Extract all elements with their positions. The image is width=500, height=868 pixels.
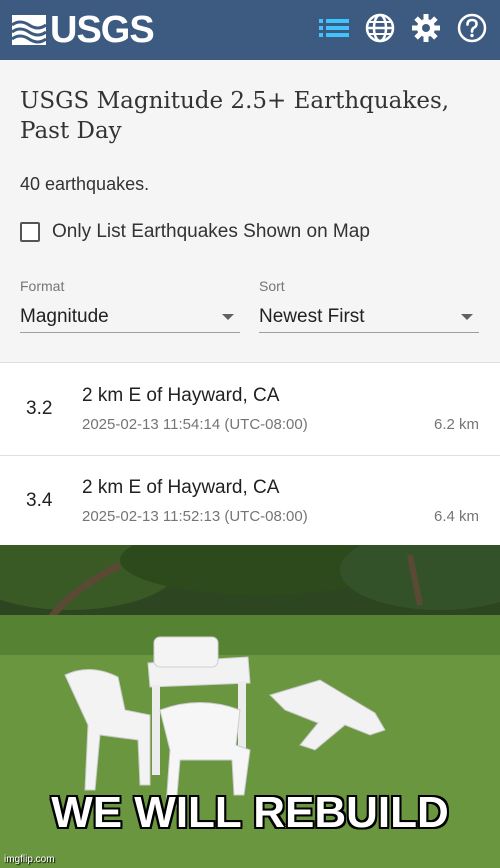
chevron-down-icon bbox=[222, 314, 234, 320]
sort-select-group: Sort Newest First bbox=[259, 278, 479, 333]
help-icon[interactable] bbox=[456, 12, 488, 44]
location: 2 km E of Hayward, CA bbox=[82, 385, 280, 406]
gear-icon[interactable] bbox=[410, 12, 442, 44]
format-select[interactable]: Magnitude bbox=[20, 302, 240, 333]
format-select-group: Format Magnitude bbox=[20, 278, 240, 333]
logo-text: USGS bbox=[50, 8, 155, 51]
meme-caption: WE WILL REBUILD bbox=[51, 788, 449, 837]
sort-select[interactable]: Newest First bbox=[259, 302, 479, 333]
event-time: 2025-02-13 11:54:14 (UTC-08:00) bbox=[82, 416, 308, 433]
globe-icon[interactable] bbox=[364, 12, 396, 44]
depth: 6.4 km bbox=[433, 508, 479, 525]
earthquake-count: 40 earthquakes. bbox=[20, 174, 150, 194]
magnitude: 3.4 bbox=[26, 490, 53, 511]
usgs-logo[interactable]: USGS bbox=[12, 8, 155, 52]
map-filter-label[interactable]: Only List Earthquakes Shown on Map bbox=[52, 221, 370, 243]
watermark: imgflip.com bbox=[4, 854, 55, 865]
list-settings-panel: USGS Magnitude 2.5+ Earthquakes, Past Da… bbox=[0, 60, 500, 363]
format-label: Format bbox=[20, 278, 65, 294]
chevron-down-icon bbox=[461, 314, 473, 320]
sort-value: Newest First bbox=[259, 306, 365, 327]
app-header: USGS bbox=[0, 0, 500, 60]
map-filter-checkbox-row[interactable]: Only List Earthquakes Shown on Map bbox=[20, 221, 370, 243]
depth: 6.2 km bbox=[433, 416, 479, 433]
meme-photo: WE WILL REBUILD imgflip.com bbox=[0, 545, 500, 868]
earthquake-list: 3.2 2 km E of Hayward, CA 2025-02-13 11:… bbox=[0, 364, 500, 548]
map-filter-checkbox[interactable] bbox=[20, 222, 40, 242]
sort-label: Sort bbox=[259, 278, 285, 294]
earthquake-list-item[interactable]: 3.4 2 km E of Hayward, CA 2025-02-13 11:… bbox=[0, 456, 500, 548]
usgs-wave-logo-icon bbox=[12, 15, 46, 45]
feed-title: USGS Magnitude 2.5+ Earthquakes, Past Da… bbox=[20, 88, 450, 144]
event-time: 2025-02-13 11:52:13 (UTC-08:00) bbox=[82, 508, 308, 525]
list-icon[interactable] bbox=[318, 12, 350, 44]
earthquake-list-item[interactable]: 3.2 2 km E of Hayward, CA 2025-02-13 11:… bbox=[0, 364, 500, 456]
location: 2 km E of Hayward, CA bbox=[82, 477, 280, 498]
format-value: Magnitude bbox=[20, 306, 109, 327]
magnitude: 3.2 bbox=[26, 398, 53, 419]
